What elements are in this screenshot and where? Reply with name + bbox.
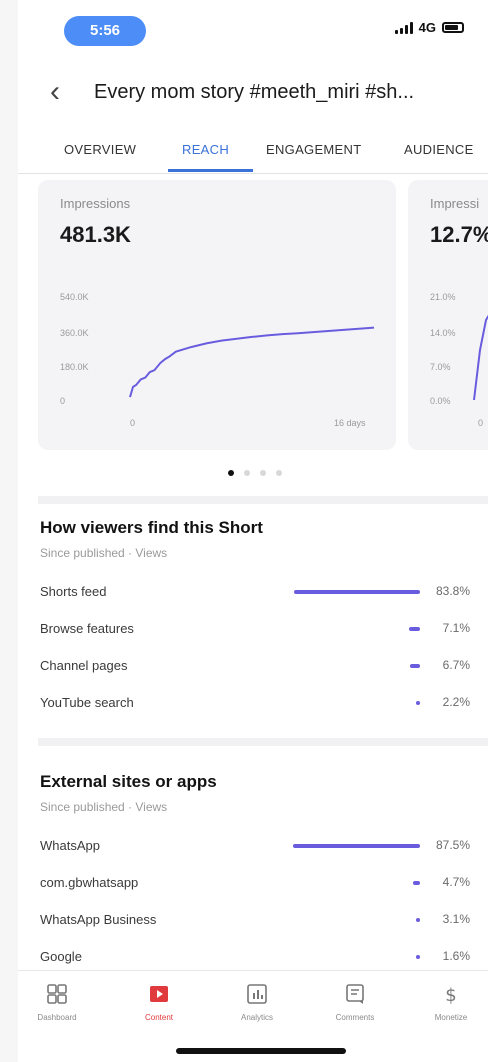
page-title: Every mom story #meeth_miri #sh...: [94, 80, 415, 103]
section-title: How viewers find this Short: [40, 518, 263, 537]
row-percent: 6.7%: [442, 658, 470, 672]
carousel-dot[interactable]: [276, 470, 282, 476]
comments-icon: [346, 984, 364, 1004]
list-item[interactable]: WhatsApp 87.5%: [40, 838, 488, 858]
row-label: Channel pages: [40, 658, 128, 673]
row-label: WhatsApp Business: [40, 912, 157, 927]
row-percent: 7.1%: [442, 621, 470, 635]
tab-overview[interactable]: OVERVIEW: [64, 142, 136, 157]
list-item[interactable]: Google 1.6%: [40, 949, 488, 969]
status-time: 5:56: [64, 16, 146, 46]
nav-content[interactable]: Content: [124, 981, 194, 1022]
row-label: Google: [40, 949, 82, 964]
impressions-card[interactable]: Impressions 481.3K 540.0K 360.0K 180.0K …: [38, 180, 396, 450]
nav-label: Dashboard: [37, 1013, 77, 1022]
carousel-dot[interactable]: [244, 470, 250, 476]
battery-icon: [442, 22, 464, 33]
signal-icon: [394, 21, 413, 34]
list-item[interactable]: Channel pages 6.7%: [40, 658, 488, 678]
dashboard-icon: [47, 984, 67, 1004]
active-tab-indicator: [168, 169, 253, 172]
impressions-series-line: [129, 326, 375, 398]
status-bar: 5:56 4G: [18, 0, 488, 54]
row-label: Shorts feed: [40, 584, 107, 599]
ctr-line-chart: [473, 314, 488, 401]
carousel-dot[interactable]: [228, 470, 234, 476]
section-subtitle: Since published · Views: [40, 546, 168, 560]
row-bar: [410, 664, 420, 668]
carousel-dot[interactable]: [260, 470, 266, 476]
row-bar: [409, 627, 420, 631]
nav-label: Monetize: [434, 1013, 468, 1022]
nav-dashboard[interactable]: Dashboard: [22, 981, 92, 1022]
impressions-ctr-card[interactable]: Impressi 12.7% 21.0% 14.0% 7.0% 0.0% 0: [408, 180, 488, 450]
network-label: 4G: [418, 20, 436, 35]
svg-text:$: $: [445, 985, 456, 1006]
impressions-line-chart: [129, 326, 375, 398]
nav-analytics[interactable]: Analytics: [222, 981, 292, 1022]
list-item[interactable]: Browse features 7.1%: [40, 621, 488, 641]
analytics-icon: [247, 984, 267, 1004]
row-label: com.gbwhatsapp: [40, 875, 139, 890]
nav-comments[interactable]: Comments: [320, 981, 390, 1022]
row-percent: 4.7%: [442, 875, 470, 889]
ctr-series-line: [473, 314, 488, 401]
nav-monetize[interactable]: $ Monetize: [416, 981, 486, 1022]
back-arrow-icon[interactable]: ‹: [18, 70, 68, 114]
row-bar: [416, 918, 420, 922]
home-indicator: [176, 1048, 346, 1054]
row-label: YouTube search: [40, 695, 134, 710]
list-item[interactable]: Shorts feed 83.8%: [40, 584, 488, 604]
nav-label: Comments: [335, 1013, 375, 1022]
row-label: WhatsApp: [40, 838, 100, 853]
external-sites-section: External sites or apps Since published ·…: [40, 772, 488, 968]
list-item[interactable]: WhatsApp Business 3.1%: [40, 912, 488, 932]
section-divider: [38, 496, 488, 504]
tab-reach[interactable]: REACH: [182, 142, 229, 157]
nav-label: Content: [144, 1013, 174, 1022]
section-subtitle: Since published · Views: [40, 800, 168, 814]
row-percent: 1.6%: [442, 949, 470, 963]
status-indicators: 4G: [394, 20, 464, 35]
row-label: Browse features: [40, 621, 134, 636]
list-item[interactable]: YouTube search 2.2%: [40, 695, 488, 715]
carousel-indicator: [228, 470, 282, 476]
row-percent: 2.2%: [442, 695, 470, 709]
content-icon: [150, 986, 168, 1002]
row-bar: [294, 590, 420, 594]
row-bar: [416, 701, 420, 705]
row-percent: 87.5%: [435, 838, 470, 852]
traffic-sources-section: How viewers find this Short Since publis…: [40, 518, 488, 728]
list-item[interactable]: com.gbwhatsapp 4.7%: [40, 875, 488, 895]
row-bar: [416, 955, 420, 959]
row-percent: 83.8%: [435, 584, 470, 598]
tab-engagement[interactable]: ENGAGEMENT: [266, 142, 361, 157]
row-bar: [413, 881, 420, 885]
tab-bar: OVERVIEW REACH ENGAGEMENT AUDIENCE: [18, 128, 488, 174]
nav-label: Analytics: [240, 1013, 273, 1022]
section-divider: [38, 738, 488, 746]
header: ‹ Every mom story #meeth_miri #sh...: [18, 70, 488, 114]
tabs-divider: [18, 173, 488, 174]
phone-screen: 5:56 4G ‹ Every mom story #meeth_miri #s…: [18, 0, 488, 1062]
monetize-icon: $: [445, 985, 456, 1006]
row-percent: 3.1%: [442, 912, 470, 926]
section-title: External sites or apps: [40, 772, 217, 791]
tab-audience[interactable]: AUDIENCE: [404, 142, 474, 157]
row-bar: [293, 844, 420, 848]
